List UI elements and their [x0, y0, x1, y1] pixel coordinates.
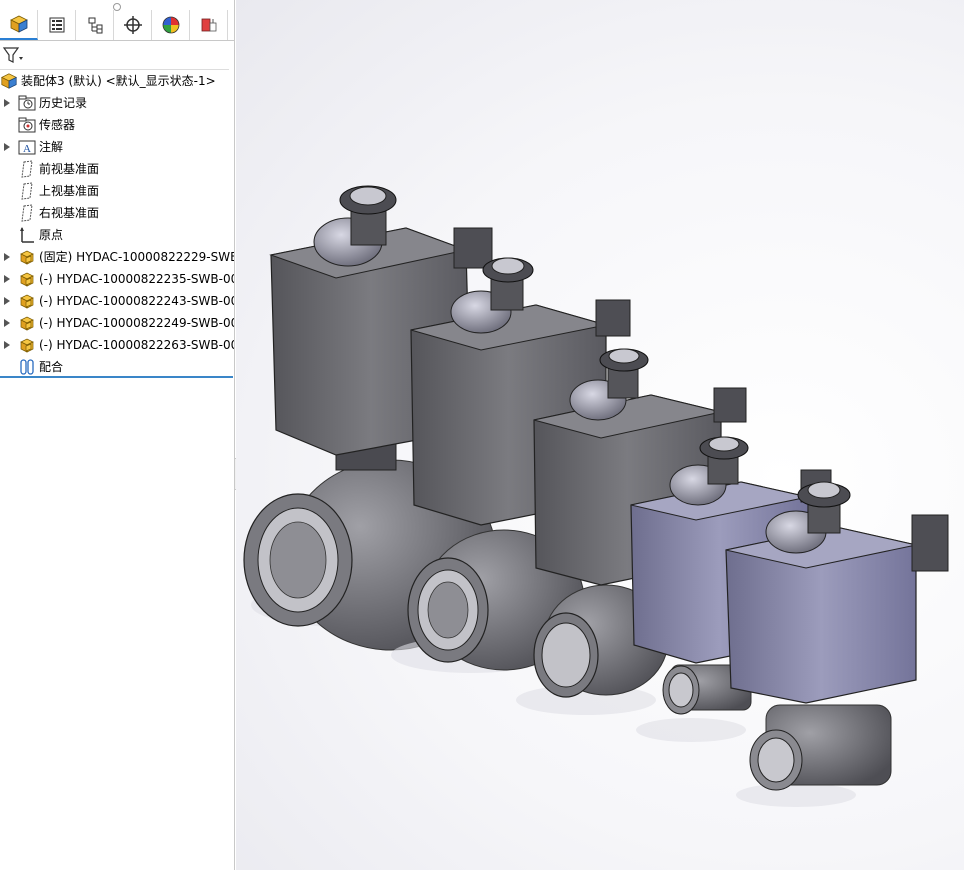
tree-item-label: (-) HYDAC-10000822243-SWB-00 [39, 294, 235, 308]
tab-propertymanager[interactable] [38, 10, 76, 40]
tree-item[interactable]: 前视基准面 [0, 158, 234, 180]
mates-icon [18, 358, 36, 376]
tree-item[interactable]: (-) HYDAC-10000822263-SWB-00 [0, 334, 234, 356]
tree-item-label: (-) HYDAC-10000822235-SWB-00 [39, 272, 235, 286]
manager-tabs [0, 10, 234, 41]
part-icon [18, 270, 36, 288]
expand-arrow-icon[interactable] [2, 290, 12, 312]
panel-grip[interactable] [0, 0, 234, 11]
tree-item[interactable]: 传感器 [0, 114, 234, 136]
tree-filter-bar [0, 41, 229, 70]
configuration-icon [88, 17, 102, 34]
plane-icon [18, 160, 36, 178]
tree-item-label: 原点 [39, 228, 64, 242]
tree-item-label: 配合 [39, 360, 64, 374]
part-icon [18, 292, 36, 310]
tree-item[interactable]: 原点 [0, 224, 234, 246]
tree-item[interactable]: A 注解 [0, 136, 234, 158]
tab-featuremanager[interactable] [0, 10, 38, 40]
arrow-spacer [2, 202, 12, 224]
graphics-viewport[interactable] [236, 0, 964, 870]
arrow-spacer [2, 180, 12, 202]
tree-items: 历史记录传感器 A 注解前视基准面上视基准面右视基准面原点 (固定) HYDAC-10… [0, 92, 234, 378]
tree-item-label: 右视基准面 [39, 206, 100, 220]
tree-item-label: 上视基准面 [39, 184, 100, 198]
tree-item-label: 传感器 [39, 118, 76, 132]
cam-tool-icon [201, 18, 216, 32]
tree-item[interactable]: 历史记录 [0, 92, 234, 114]
property-list-icon [49, 17, 64, 33]
svg-text:A: A [23, 143, 31, 155]
part-icon [18, 248, 36, 266]
expand-arrow-icon[interactable] [2, 136, 12, 158]
tree-item[interactable]: (-) HYDAC-10000822235-SWB-00 [0, 268, 234, 290]
tab-cam[interactable] [190, 10, 228, 40]
tree-item-label: (-) HYDAC-10000822249-SWB-00 [39, 316, 235, 330]
annotation-icon: A [18, 138, 36, 156]
arrow-spacer [2, 224, 12, 246]
tree-item[interactable]: (-) HYDAC-10000822243-SWB-00 [0, 290, 234, 312]
tree-item[interactable]: 上视基准面 [0, 180, 234, 202]
part-icon [18, 336, 36, 354]
sensor-folder-icon [18, 116, 36, 134]
assembly-3d-view [243, 185, 949, 807]
tab-configurationmanager[interactable] [76, 10, 114, 40]
filter-funnel-icon[interactable] [2, 45, 24, 65]
assembly-icon [0, 72, 18, 90]
tree-rollback-bar[interactable] [0, 376, 233, 378]
expand-arrow-icon[interactable] [2, 334, 12, 356]
tree-item[interactable]: 配合 [0, 356, 234, 378]
arrow-spacer [2, 356, 12, 378]
history-folder-icon [18, 94, 36, 112]
arrow-spacer [2, 114, 12, 136]
arrow-spacer [2, 158, 12, 180]
tab-displaymanager[interactable] [152, 10, 190, 40]
feature-manager-panel: 装配体3 (默认) <默认_显示状态-1> 历史记录传感器 A 注解前视基准面上视基… [0, 0, 235, 870]
expand-arrow-icon[interactable] [2, 268, 12, 290]
plane-icon [18, 182, 36, 200]
tree-item[interactable]: (-) HYDAC-10000822249-SWB-00 [0, 312, 234, 334]
origin-icon [18, 226, 36, 244]
tree-item-label: 注解 [39, 140, 64, 154]
plane-icon [18, 204, 36, 222]
tree-item[interactable]: (固定) HYDAC-10000822229-SWB [0, 246, 234, 268]
assembly-tree-icon [9, 15, 28, 33]
tree-item-label: 前视基准面 [39, 162, 100, 176]
expand-arrow-icon[interactable] [2, 92, 12, 114]
tree-item-label: (-) HYDAC-10000822263-SWB-00 [39, 338, 235, 352]
tree-item-label: 历史记录 [39, 96, 88, 110]
color-pie-icon [162, 16, 179, 34]
target-crosshair-icon [123, 16, 142, 34]
tab-dimxpert[interactable] [114, 10, 152, 40]
expand-arrow-icon[interactable] [2, 246, 12, 268]
tree-item[interactable]: 右视基准面 [0, 202, 234, 224]
expand-arrow-icon[interactable] [2, 312, 12, 334]
tree-root-assembly[interactable]: 装配体3 (默认) <默认_显示状态-1> [0, 70, 234, 92]
part-icon [18, 314, 36, 332]
tree-item-label: (固定) HYDAC-10000822229-SWB [39, 250, 235, 264]
tree-root-label: 装配体3 (默认) <默认_显示状态-1> [21, 74, 216, 88]
